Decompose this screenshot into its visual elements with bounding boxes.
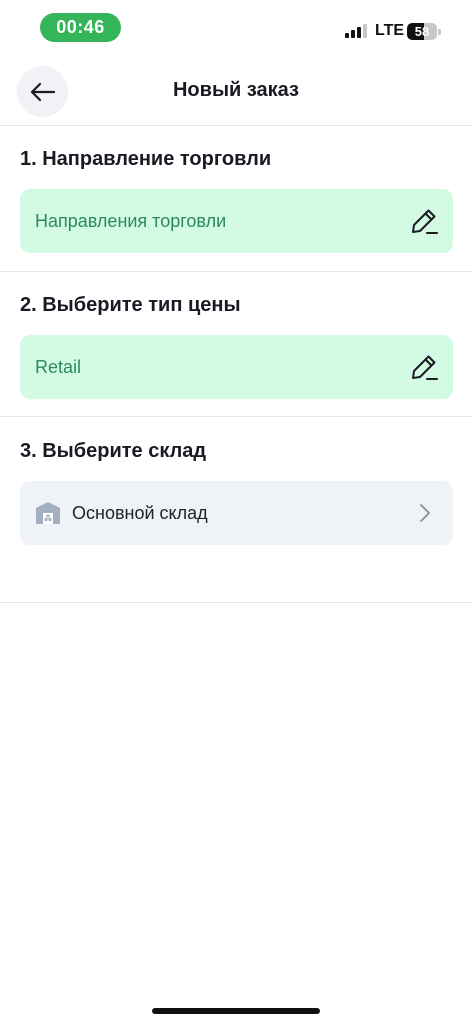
status-bar: 00:46 LTE 58 [0,0,472,56]
battery-icon: 58 [407,23,441,40]
price-type-value: Retail [35,356,82,377]
section-title-warehouse: 3. Выберите склад [20,440,207,462]
header-divider [0,125,472,126]
back-button[interactable] [17,66,68,117]
warehouse-select[interactable]: Основной склад [20,481,453,545]
trade-direction-select[interactable]: Направления торговли [20,189,453,253]
pencil-icon[interactable] [409,352,439,382]
chevron-right-icon [420,504,430,522]
home-indicator[interactable] [152,1008,320,1014]
warehouse-value: Основной склад [72,502,208,523]
battery-level: 58 [414,24,430,39]
trade-direction-value: Направления торговли [35,210,227,231]
warehouse-icon [36,502,60,524]
section-divider-1 [0,271,472,272]
section-title-trade-direction: 1. Направление торговли [20,148,272,170]
page-title: Новый заказ [172,79,299,101]
battery-tip [438,29,441,35]
status-time: 00:46 [40,13,121,42]
new-order-screen: 00:46 LTE 58 Новый заказ 1. Направление … [0,0,472,1024]
section-divider-2 [0,416,472,417]
pencil-icon[interactable] [409,206,439,236]
network-type: LTE [375,22,405,39]
section-divider-3 [0,602,472,603]
price-type-select[interactable]: Retail [20,335,453,399]
section-title-price-type: 2. Выберите тип цены [20,294,241,316]
battery-body: 58 [407,23,437,40]
signal-strength-icon [345,24,367,38]
arrow-left-icon [30,82,55,101]
header: Новый заказ [0,66,472,118]
